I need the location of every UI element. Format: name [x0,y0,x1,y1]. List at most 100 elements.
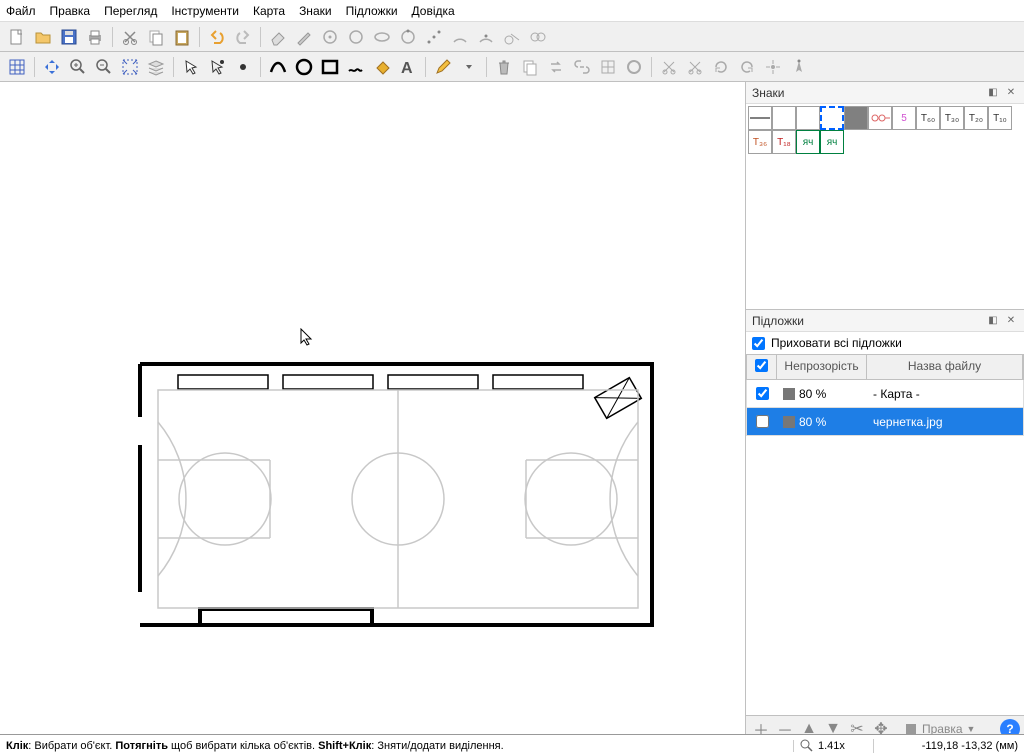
canvas[interactable] [0,82,745,742]
edit-tool[interactable] [205,55,229,79]
menu-help[interactable]: Довідка [412,4,455,18]
layers-button[interactable] [144,55,168,79]
undock-icon[interactable]: ◧ [986,86,1000,100]
grid-button[interactable] [5,55,29,79]
toolbar-main [0,22,1024,52]
redo-button[interactable] [231,25,255,49]
circle-tool[interactable] [292,55,316,79]
menu-view[interactable]: Перегляд [104,4,157,18]
undock-icon[interactable]: ◧ [986,314,1000,328]
tool-circle3-icon[interactable] [396,25,420,49]
sign-item[interactable] [844,106,868,130]
sign-item[interactable] [796,106,820,130]
open-file-button[interactable] [31,25,55,49]
sign-item[interactable]: яч [796,130,820,154]
layer-checkbox[interactable] [756,415,769,428]
menu-map[interactable]: Карта [253,4,285,18]
menu-tools[interactable]: Інструменти [171,4,239,18]
menu-signs[interactable]: Знаки [299,4,332,18]
hide-all-checkbox[interactable] [752,337,765,350]
tool-arc2-icon[interactable] [474,25,498,49]
opacity-swatch [783,388,795,400]
ring-icon[interactable] [622,55,646,79]
rect-tool[interactable] [318,55,342,79]
dropdown-icon[interactable] [457,55,481,79]
hide-all-label: Приховати всі підложки [771,336,902,350]
trash-button[interactable] [492,55,516,79]
zoom-out-button[interactable] [92,55,116,79]
curve-tool[interactable] [266,55,290,79]
text-tool[interactable]: A [396,55,420,79]
sign-item[interactable] [868,106,892,130]
col-opacity[interactable]: Непрозорість [777,355,867,379]
status-coord: -119,18 -13,32 (мм) [874,740,1024,752]
tool-tangent-icon[interactable] [500,25,524,49]
status-zoom[interactable]: 1.41x [794,739,874,753]
cut-button[interactable] [118,25,142,49]
layer-checkbox[interactable] [756,387,769,400]
point-tool[interactable] [231,55,255,79]
opacity-swatch [783,416,795,428]
status-hint: Клік: Вибрати об'єкт. Потягніть щоб вибр… [0,740,794,752]
toolbar-draw: A [0,52,1024,82]
zoom-in-button[interactable] [66,55,90,79]
tool-circle1-icon[interactable] [318,25,342,49]
layer-row[interactable]: 80 % - Карта - [746,380,1024,408]
paste-button[interactable] [170,25,194,49]
pencil-tool[interactable] [431,55,455,79]
freehand-tool[interactable] [344,55,368,79]
menu-file[interactable]: Файл [6,4,36,18]
layers-panel: Підложки ◧ ✕ Приховати всі підложки Непр… [746,310,1024,742]
sign-item[interactable]: T₃₆ [748,130,772,154]
sign-item[interactable]: T₂₀ [964,106,988,130]
tool-arc1-icon[interactable] [448,25,472,49]
close-icon[interactable]: ✕ [1004,314,1018,328]
rotate-cw-icon[interactable] [709,55,733,79]
rotate-ccw-icon[interactable] [735,55,759,79]
sign-item[interactable]: T₁₈ [772,130,796,154]
sign-item[interactable]: T₆₀ [916,106,940,130]
copy2-button[interactable] [518,55,542,79]
save-file-button[interactable] [57,25,81,49]
scissors1-icon[interactable] [657,55,681,79]
sign-item[interactable]: яч [820,130,844,154]
menu-edit[interactable]: Правка [50,4,91,18]
tool-dots-icon[interactable] [422,25,446,49]
cursor-icon [300,328,314,346]
sign-item[interactable]: 5 [892,106,916,130]
compass-icon[interactable] [787,55,811,79]
select-tool[interactable] [179,55,203,79]
tool-knife-icon[interactable] [292,25,316,49]
signs-panel-title: Знаки [752,86,982,100]
undo-button[interactable] [205,25,229,49]
header-checkbox[interactable] [755,359,768,372]
swap-button[interactable] [544,55,568,79]
sign-item[interactable] [772,106,796,130]
signs-panel: Знаки ◧ ✕ 5 T₆₀ T₃₀ T₂₀ T₁₀ T₃₆ [746,82,1024,310]
scissors2-icon[interactable] [683,55,707,79]
layers-panel-title: Підложки [752,314,982,328]
move-button[interactable] [40,55,64,79]
sign-item[interactable] [748,106,772,130]
tool-circle2-icon[interactable] [344,25,368,49]
tool-ellipse-icon[interactable] [370,25,394,49]
new-file-button[interactable] [5,25,29,49]
sign-item[interactable]: T₁₀ [988,106,1012,130]
snap-grid-icon[interactable] [596,55,620,79]
center-icon[interactable] [761,55,785,79]
col-name[interactable]: Назва файлу [867,355,1023,379]
layer-row-selected[interactable]: 80 % чернетка.jpg [746,408,1024,436]
tool-circles-icon[interactable] [526,25,550,49]
copy-button[interactable] [144,25,168,49]
sign-item-selected[interactable] [820,106,844,130]
print-button[interactable] [83,25,107,49]
close-icon[interactable]: ✕ [1004,86,1018,100]
fill-tool[interactable] [370,55,394,79]
link-button[interactable] [570,55,594,79]
menubar: Файл Правка Перегляд Інструменти Карта З… [0,0,1024,22]
zoom-fit-button[interactable] [118,55,142,79]
statusbar: Клік: Вибрати об'єкт. Потягніть щоб вибр… [0,734,1024,756]
tool-eraser-icon[interactable] [266,25,290,49]
menu-layers[interactable]: Підложки [346,4,398,18]
sign-item[interactable]: T₃₀ [940,106,964,130]
